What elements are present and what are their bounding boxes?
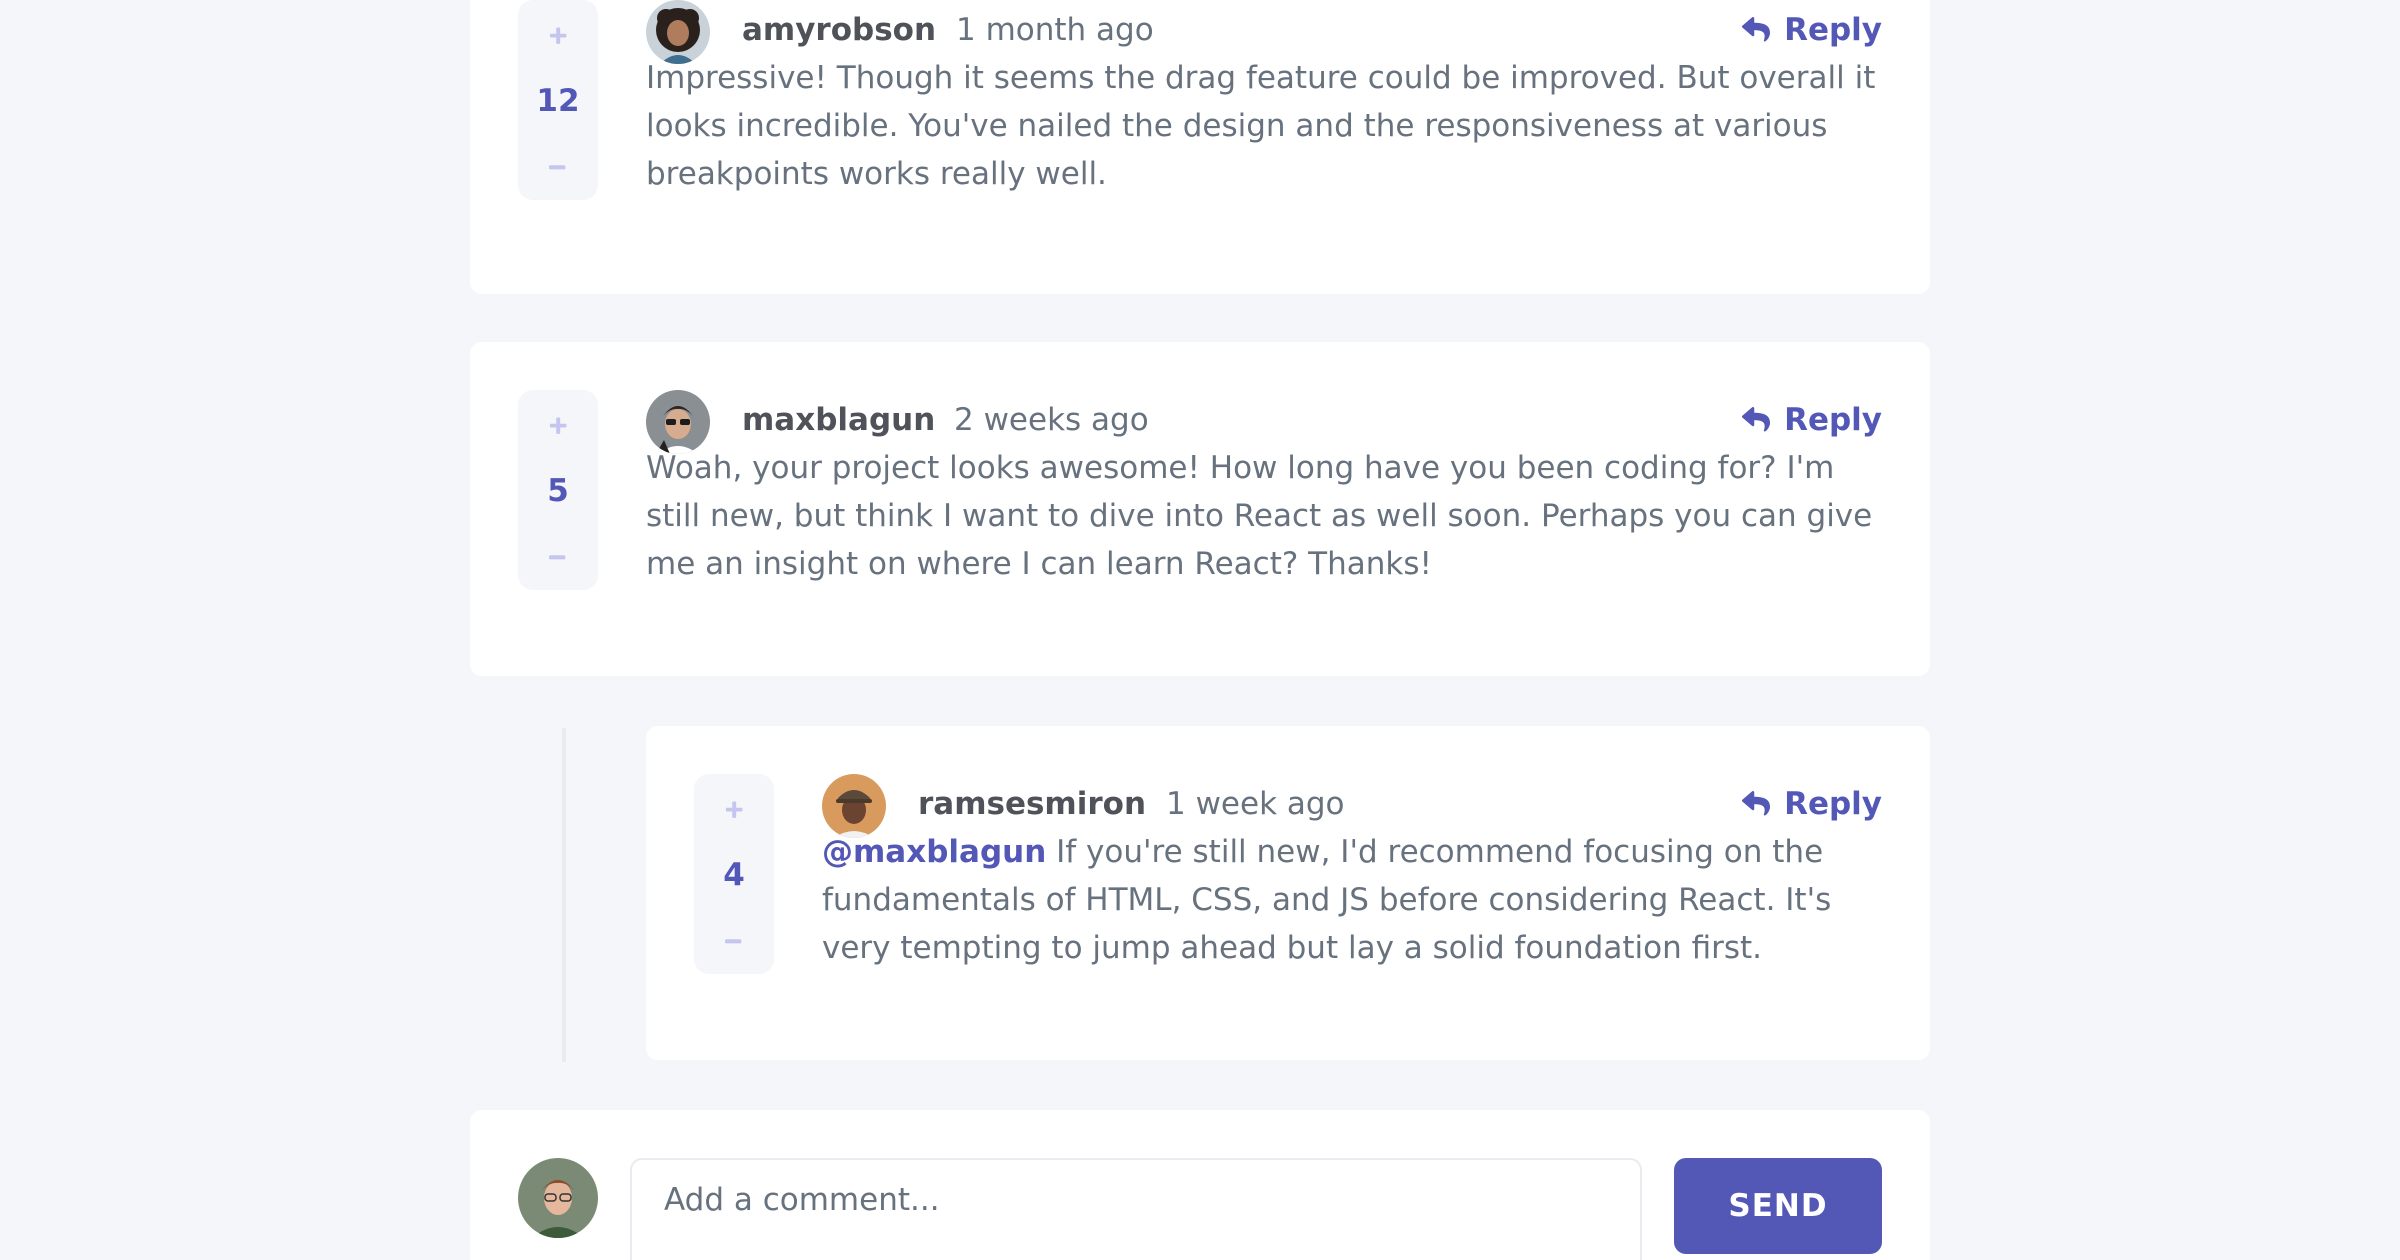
plus-icon xyxy=(549,417,567,434)
vote-control: 4 xyxy=(694,774,774,974)
comment-username[interactable]: maxblagun xyxy=(742,400,935,440)
vote-score: 4 xyxy=(723,856,745,893)
comment-text: Woah, your project looks awesome! How lo… xyxy=(646,450,1873,582)
reply-label: Reply xyxy=(1784,402,1882,438)
comment-timestamp: 2 weeks ago xyxy=(954,402,1149,438)
comment-text: Impressive! Though it seems the drag fea… xyxy=(646,60,1876,192)
comment-card: 12 amyrobson 1 month ago Reply Impressiv… xyxy=(470,0,1930,294)
reply-button[interactable]: Reply xyxy=(1742,400,1882,440)
minus-icon xyxy=(725,938,742,943)
vote-score: 5 xyxy=(547,472,569,509)
minus-icon xyxy=(549,554,566,559)
vote-control: 12 xyxy=(518,0,598,200)
downvote-button[interactable] xyxy=(719,926,749,956)
minus-icon xyxy=(549,164,566,169)
reply-icon xyxy=(1742,791,1771,816)
reply-button[interactable]: Reply xyxy=(1742,784,1882,824)
vote-control: 5 xyxy=(518,390,598,590)
user-mention[interactable]: @maxblagun xyxy=(822,834,1046,870)
plus-icon xyxy=(725,801,743,818)
vote-score: 12 xyxy=(536,82,580,119)
upvote-button[interactable] xyxy=(543,20,573,50)
comment-timestamp: 1 week ago xyxy=(1166,786,1345,822)
upvote-button[interactable] xyxy=(543,410,573,440)
reply-label: Reply xyxy=(1784,786,1882,822)
downvote-button[interactable] xyxy=(543,542,573,572)
comment-timestamp: 1 month ago xyxy=(956,12,1154,48)
comment-text: @maxblagun If you're still new, I'd reco… xyxy=(822,828,1882,972)
reply-icon xyxy=(1742,407,1771,432)
comment-username[interactable]: ramsesmiron xyxy=(918,784,1146,824)
reply-icon xyxy=(1742,17,1771,42)
downvote-button[interactable] xyxy=(543,152,573,182)
send-button[interactable]: SEND xyxy=(1674,1158,1882,1254)
upvote-button[interactable] xyxy=(719,794,749,824)
comment-username[interactable]: amyrobson xyxy=(742,10,936,50)
comment-textarea[interactable] xyxy=(630,1158,1642,1260)
reply-thread-line xyxy=(562,728,566,1062)
reply-label: Reply xyxy=(1784,12,1882,48)
add-comment-form: SEND xyxy=(470,1110,1930,1260)
comment-card: 5 maxblagun 2 weeks ago Reply Woah, your… xyxy=(470,342,1930,676)
plus-icon xyxy=(549,27,567,44)
reply-button[interactable]: Reply xyxy=(1742,10,1882,50)
current-user-avatar xyxy=(518,1158,598,1238)
comments-page: 12 amyrobson 1 month ago Reply Impressiv… xyxy=(0,0,2400,1260)
reply-card: 4 ramsesmiron 1 week ago Reply @maxblagu… xyxy=(646,726,1930,1060)
